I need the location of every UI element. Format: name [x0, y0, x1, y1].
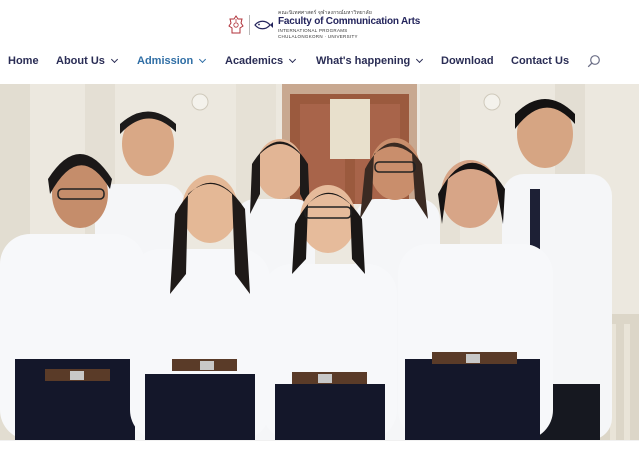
hero-image — [0, 84, 639, 440]
logo-program-line: INTERNATIONAL PROGRAMS — [278, 28, 348, 33]
university-seal-icon — [228, 15, 244, 34]
nav-item-label: Home — [8, 55, 39, 67]
nav-item-whats-happening[interactable]: What's happening — [316, 55, 424, 67]
chevron-down-icon — [416, 55, 424, 64]
page-footer-strip — [0, 440, 639, 475]
chevron-down-icon — [199, 55, 207, 64]
nav-item-label: What's happening — [316, 55, 411, 67]
hero-photo — [0, 84, 639, 440]
logo-divider — [249, 15, 250, 35]
faculty-emblem-icon — [254, 20, 273, 30]
search-icon[interactable] — [587, 54, 601, 68]
nav-item-label: Admission — [137, 55, 194, 67]
logo-text: คณะนิเทศศาสตร์ จุฬาลงกรณ์มหาวิทยาลัย Fac… — [278, 11, 420, 39]
nav-item-download[interactable]: Download — [441, 55, 494, 67]
nav-item-label: Academics — [225, 55, 284, 67]
nav-item-admission[interactable]: Admission — [137, 55, 207, 67]
nav-item-label: Contact Us — [511, 55, 570, 67]
nav-item-contact-us[interactable]: Contact Us — [511, 55, 569, 67]
chevron-down-icon — [289, 55, 297, 64]
site-logo[interactable]: คณะนิเทศศาสตร์ จุฬาลงกรณ์มหาวิทยาลัย Fac… — [228, 11, 420, 39]
nav-item-label: About Us — [56, 55, 105, 67]
chevron-down-icon — [110, 55, 118, 64]
site-header: คณะนิเทศศาสตร์ จุฬาลงกรณ์มหาวิทยาลัย Fac… — [0, 0, 639, 48]
logo-title: Faculty of Communication Arts — [278, 16, 421, 27]
main-navigation: Home About Us Admission Academics What's… — [0, 50, 639, 74]
nav-item-academics[interactable]: Academics — [225, 55, 297, 67]
nav-item-label: Download — [441, 55, 494, 67]
nav-item-about-us[interactable]: About Us — [56, 55, 118, 67]
logo-university-line: CHULALONGKORN · UNIVERSITY — [278, 33, 358, 39]
nav-item-home[interactable]: Home — [8, 55, 39, 67]
